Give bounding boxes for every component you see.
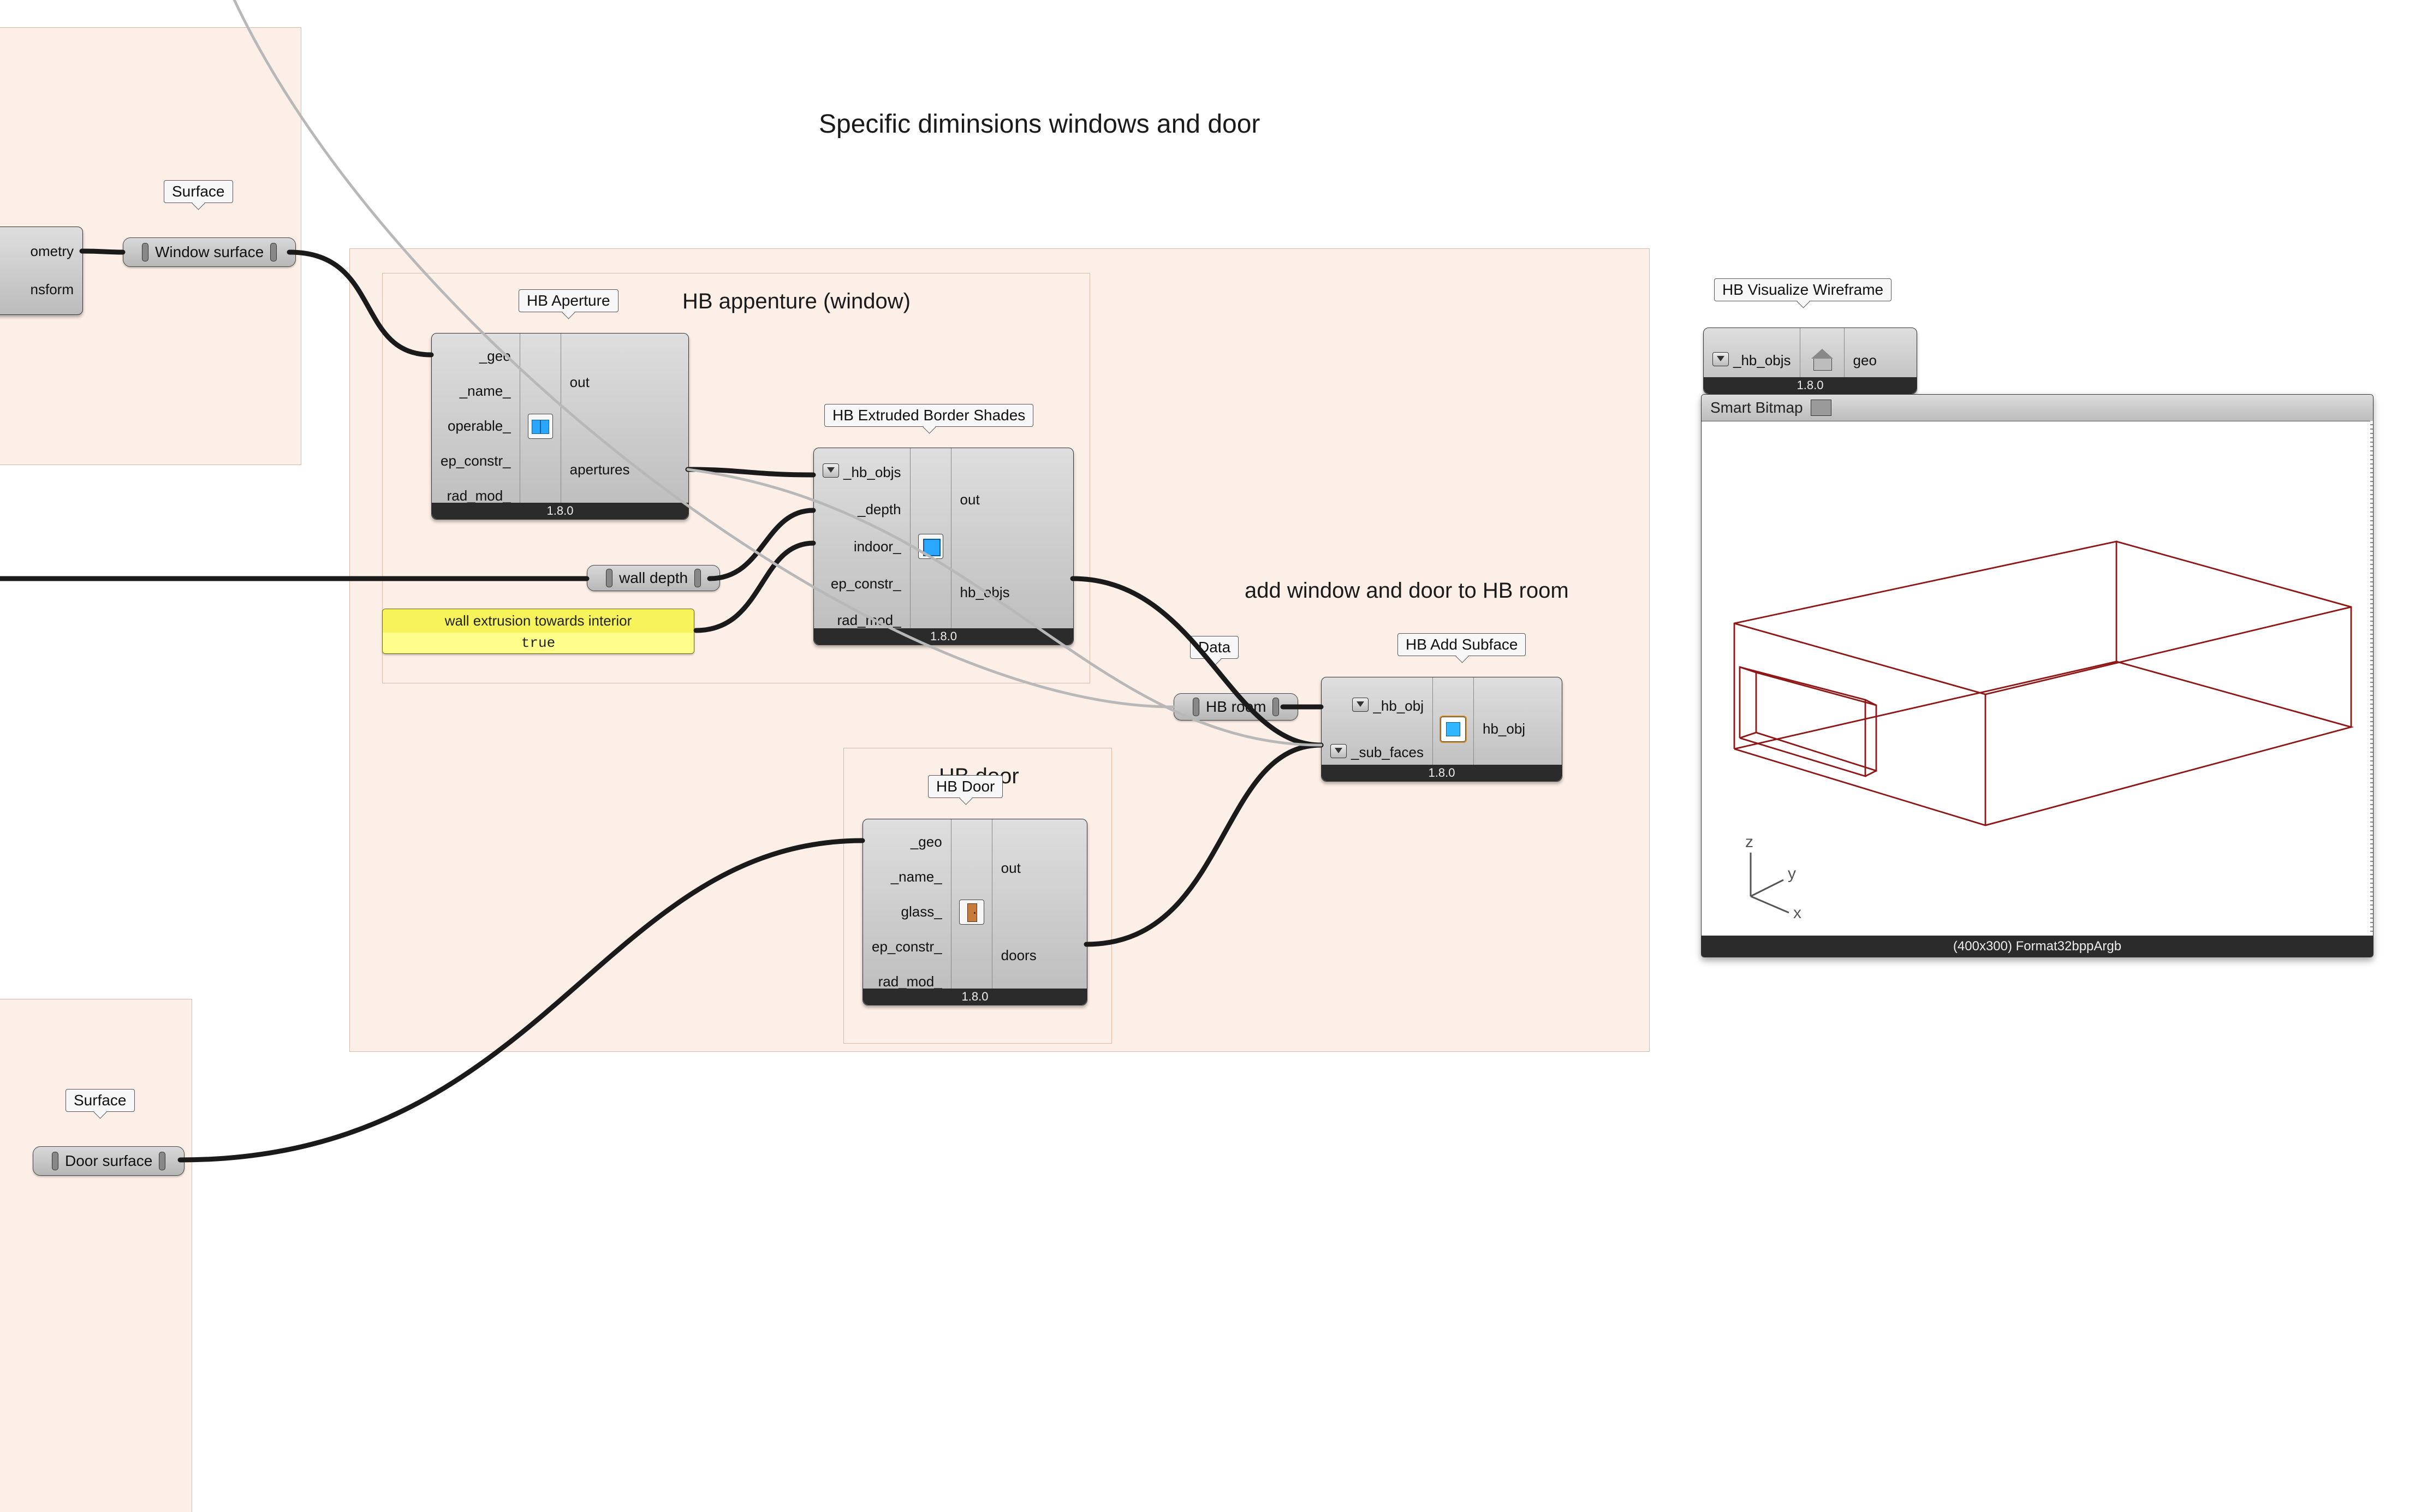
viewer-swatch-icon[interactable] [1811,400,1831,416]
out-geo[interactable]: geo [1853,352,1877,369]
hb-appenture-annotation: HB appenture (window) [682,289,911,314]
in-geo[interactable]: _geo [911,834,942,850]
in-indoor[interactable]: indoor_ [854,538,901,555]
addsub-icon [1441,717,1466,742]
param-window-surface[interactable]: Window surface [123,237,296,267]
bool-panel-label: wall extrusion towards interior [383,609,694,633]
out-doors[interactable]: doors [1001,947,1037,964]
graft-toggle-icon[interactable] [823,463,839,478]
in-hbobj[interactable]: _hb_obj [1373,698,1424,715]
truncated-component[interactable]: ometry nsform [0,227,83,315]
grip-icon [606,569,612,587]
tag-hb-shades: HB Extruded Border Shades [824,404,1033,427]
tag-surface-2: Surface [66,1089,135,1112]
output-geometry[interactable]: ometry [31,243,74,260]
grip-icon [52,1152,58,1170]
bool-panel-value: true [383,633,694,653]
grip-icon [1272,698,1279,716]
version-label: 1.8.0 [1704,377,1917,394]
grip-icon [270,243,277,261]
graft-toggle-icon[interactable] [1712,352,1729,366]
comp-hb-aperture[interactable]: _geo _name_ operable_ ep_constr_ rad_mod… [431,333,689,520]
out-out[interactable]: out [570,374,590,391]
in-radmod[interactable]: rad_mod_ [837,612,901,629]
in-glass[interactable]: glass_ [901,903,942,920]
graft-toggle-icon[interactable] [1352,698,1369,712]
shade-icon [918,534,943,559]
comp-hb-door[interactable]: _geo _name_ glass_ ep_constr_ rad_mod_ o… [862,819,1087,1005]
in-subfaces[interactable]: _sub_faces [1351,744,1424,761]
in-radmod[interactable]: rad_mod_ [878,973,942,990]
param-door-surface[interactable]: Door surface [33,1146,185,1176]
tag-hb-aperture: HB Aperture [519,289,618,312]
aperture-icon [528,414,553,439]
add-subface-annotation: add window and door to HB room [1245,579,1569,603]
in-name[interactable]: _name_ [460,383,511,400]
in-hbobjs[interactable]: _hb_objs [1733,352,1791,369]
param-wall-depth-label: wall depth [619,569,688,587]
grip-icon [159,1152,165,1170]
out-hbobj[interactable]: hb_obj [1483,721,1525,737]
version-label: 1.8.0 [863,989,1087,1005]
title-annotation: Specific diminsions windows and door [819,109,1260,139]
torn-edge-icon [2370,421,2374,935]
in-epconstr[interactable]: ep_constr_ [872,938,942,955]
in-operable[interactable]: operable_ [448,418,511,434]
comp-hb-addsub[interactable]: _hb_obj _sub_faces hb_obj 1.8.0 [1321,677,1562,782]
graft-toggle-icon[interactable] [1330,744,1347,758]
in-radmod[interactable]: rad_mod_ [447,487,511,504]
param-hb-room[interactable]: HB room [1174,693,1298,721]
param-wall-depth[interactable]: wall depth [587,565,720,591]
out-hbobjs[interactable]: hb_objs [960,584,1010,601]
comp-hb-viswire[interactable]: _hb_objs geo 1.8.0 [1703,328,1917,394]
out-out[interactable]: out [1001,860,1021,877]
param-hb-room-label: HB room [1206,698,1266,716]
out-out[interactable]: out [960,491,980,508]
tag-hb-door: HB Door [928,775,1003,798]
out-apertures[interactable]: apertures [570,461,630,478]
in-epconstr[interactable]: ep_constr_ [831,575,901,592]
version-label: 1.8.0 [814,628,1073,645]
viewer-footer: (400x300) Format32bppArgb [1702,936,2373,957]
house-icon [1808,350,1836,372]
in-name[interactable]: _name_ [891,868,942,885]
in-depth[interactable]: _depth [858,501,901,518]
tag-data: Data [1190,636,1239,659]
param-door-surface-label: Door surface [65,1152,152,1170]
axis-z-label: z [1745,833,1753,851]
param-window-surface-label: Window surface [155,243,264,261]
in-epconstr[interactable]: ep_constr_ [441,453,511,469]
axis-x-label: x [1793,904,1801,922]
output-transform[interactable]: nsform [31,281,74,298]
grip-icon [1193,698,1199,716]
in-geo[interactable]: _geo [479,348,511,365]
grip-icon [142,243,148,261]
version-label: 1.8.0 [1322,765,1562,781]
smart-bitmap-viewer[interactable]: Smart Bitmap [1701,394,2374,957]
tag-hb-viswire: HB Visualize Wireframe [1714,278,1891,301]
in-hbobjs[interactable]: _hb_objs [843,464,901,481]
axis-y-label: y [1788,865,1796,883]
tag-surface-1: Surface [164,180,233,203]
group-outer-bottom [0,999,192,1512]
viewer-title: Smart Bitmap [1710,399,1803,416]
door-icon [959,900,984,925]
comp-hb-shades[interactable]: _hb_objs _depth indoor_ ep_constr_ rad_m… [813,448,1074,645]
tag-hb-addsub: HB Add Subface [1397,633,1526,656]
grip-icon [694,569,701,587]
bool-panel-wall-extrusion[interactable]: wall extrusion towards interior true [382,609,694,654]
viewer-body: z y x [1702,421,2373,936]
version-label: 1.8.0 [432,503,688,519]
